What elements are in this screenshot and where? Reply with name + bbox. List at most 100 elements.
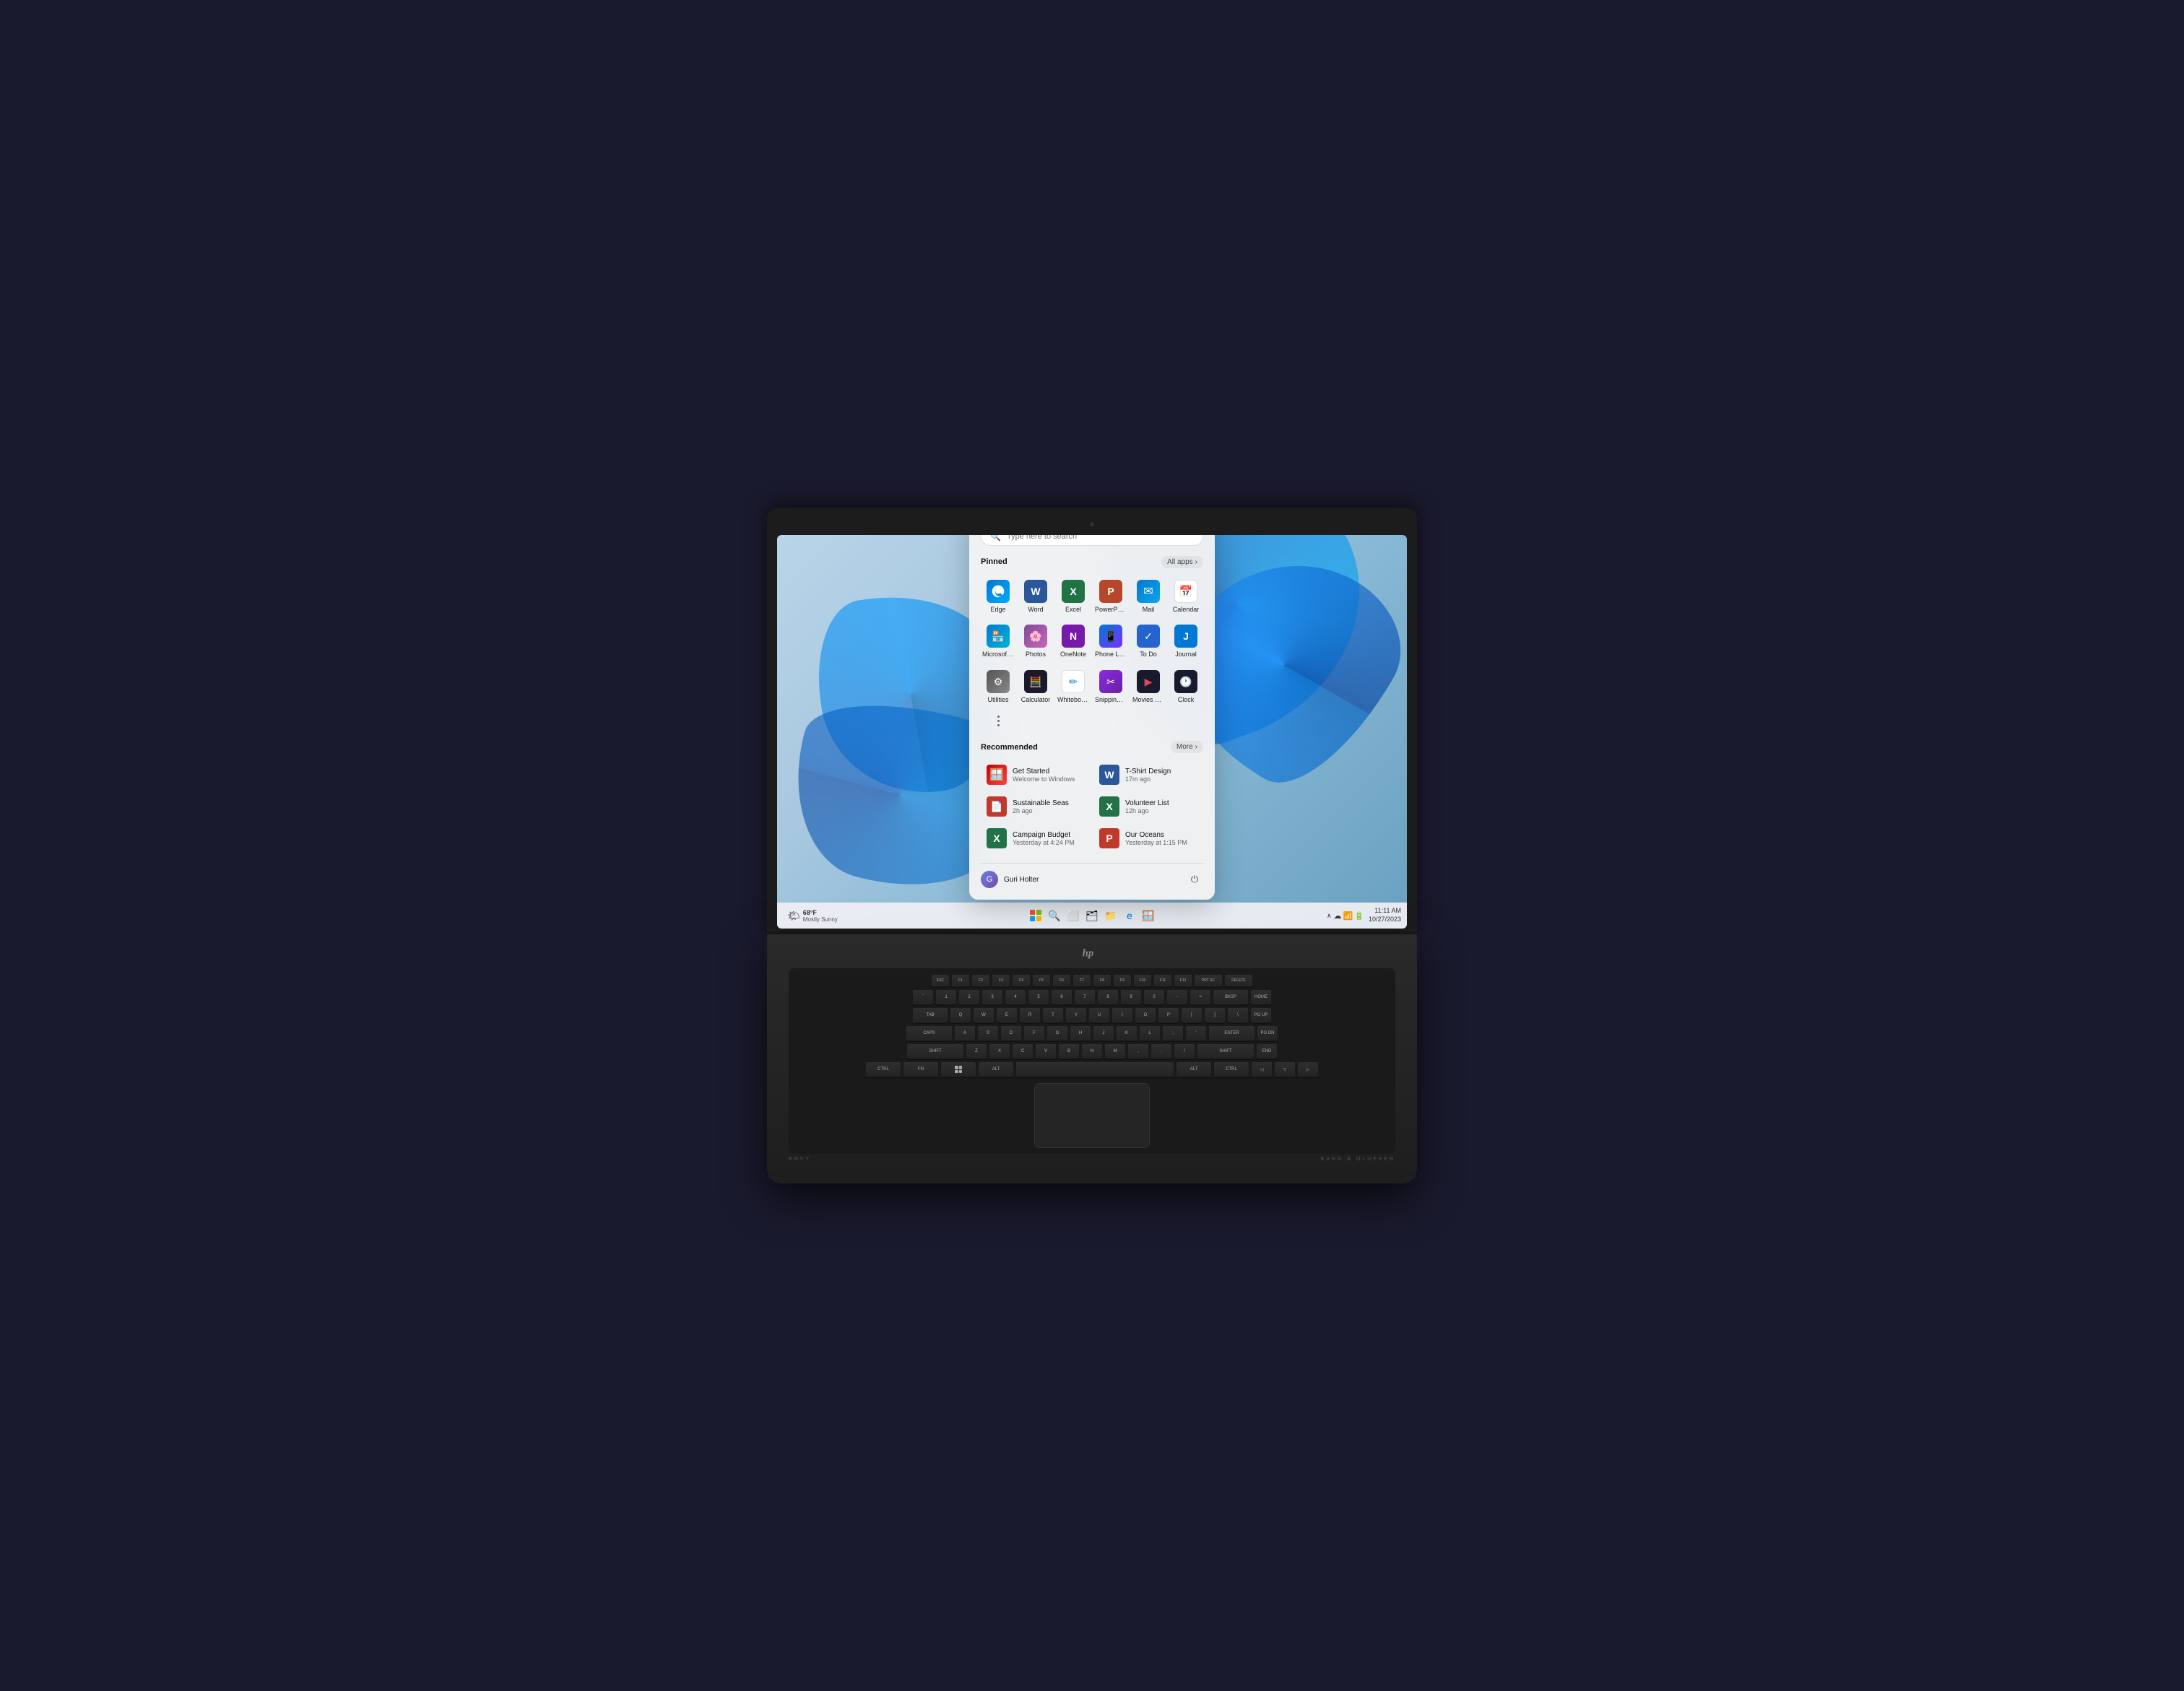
- key-1[interactable]: 1: [935, 989, 957, 1005]
- key-caps[interactable]: CAPS: [906, 1025, 953, 1041]
- search-bar[interactable]: 🔍: [981, 535, 1203, 546]
- key-j[interactable]: J: [1093, 1025, 1114, 1041]
- key-period[interactable]: .: [1150, 1043, 1172, 1059]
- key-f2[interactable]: F2: [971, 974, 990, 987]
- key-backspace[interactable]: BKSP: [1213, 989, 1249, 1005]
- key-f7[interactable]: F7: [1072, 974, 1091, 987]
- key-comma[interactable]: ,: [1127, 1043, 1149, 1059]
- key-7[interactable]: 7: [1074, 989, 1096, 1005]
- key-home[interactable]: HOME: [1250, 989, 1272, 1005]
- key-ctrl-right[interactable]: CTRL: [1213, 1061, 1249, 1077]
- widgets-button[interactable]: 🗂: [1084, 908, 1100, 923]
- key-l[interactable]: L: [1139, 1025, 1161, 1041]
- touchpad[interactable]: [1034, 1083, 1150, 1148]
- start-button[interactable]: [1028, 908, 1044, 923]
- datetime[interactable]: 11:11 AM 10/27/2023: [1369, 907, 1401, 923]
- app-whiteboard[interactable]: ✏ Whiteboard: [1056, 666, 1091, 708]
- system-tray[interactable]: ∧ ☁ 📶 🔋: [1327, 911, 1364, 921]
- key-windows[interactable]: [940, 1061, 976, 1077]
- app-journal[interactable]: J Journal: [1169, 620, 1203, 663]
- key-i[interactable]: I: [1112, 1007, 1133, 1023]
- key-z[interactable]: Z: [966, 1043, 987, 1059]
- rec-volunteer[interactable]: X Volunteer List 12h ago: [1093, 792, 1203, 821]
- key-4[interactable]: 4: [1005, 989, 1026, 1005]
- app-mail[interactable]: ✉ Mail: [1131, 575, 1166, 618]
- more-button[interactable]: More ›: [1171, 741, 1203, 753]
- key-pgup[interactable]: PG UP: [1250, 1007, 1272, 1023]
- key-semicolon[interactable]: ;: [1162, 1025, 1184, 1041]
- key-shift-left[interactable]: SHIFT: [906, 1043, 964, 1059]
- rec-sustainable[interactable]: 📄 Sustainable Seas 2h ago: [981, 792, 1091, 821]
- key-shift-right[interactable]: SHIFT: [1197, 1043, 1254, 1059]
- key-f12[interactable]: F12: [1174, 974, 1192, 987]
- key-w[interactable]: W: [973, 1007, 994, 1023]
- key-f[interactable]: F: [1023, 1025, 1045, 1041]
- key-alt-left[interactable]: ALT: [978, 1061, 1014, 1077]
- key-enter[interactable]: ENTER: [1208, 1025, 1255, 1041]
- app-word[interactable]: W Word: [1018, 575, 1053, 618]
- key-6[interactable]: 6: [1051, 989, 1072, 1005]
- key-c[interactable]: C: [1012, 1043, 1034, 1059]
- key-end[interactable]: END: [1256, 1043, 1278, 1059]
- key-8[interactable]: 8: [1097, 989, 1119, 1005]
- key-f8[interactable]: F8: [1093, 974, 1112, 987]
- key-f10[interactable]: F10: [1133, 974, 1152, 987]
- app-todo[interactable]: ✓ To Do: [1131, 620, 1166, 663]
- key-rbracket[interactable]: ]: [1204, 1007, 1226, 1023]
- key-b[interactable]: B: [1058, 1043, 1080, 1059]
- key-f1[interactable]: F1: [951, 974, 970, 987]
- app-excel[interactable]: X Excel: [1056, 575, 1091, 618]
- key-0[interactable]: 0: [1143, 989, 1165, 1005]
- key-slash[interactable]: /: [1174, 1043, 1195, 1059]
- app-powerpoint[interactable]: P PowerPoint: [1093, 575, 1128, 618]
- store-taskbar-button[interactable]: 🪟: [1140, 908, 1156, 923]
- key-f11[interactable]: F11: [1153, 974, 1172, 987]
- key-r[interactable]: R: [1019, 1007, 1041, 1023]
- key-9[interactable]: 9: [1120, 989, 1142, 1005]
- key-arrow-left[interactable]: ◁: [1251, 1061, 1273, 1077]
- key-o[interactable]: O: [1135, 1007, 1156, 1023]
- app-clock[interactable]: 🕐 Clock: [1169, 666, 1203, 708]
- key-esc[interactable]: ESC: [931, 974, 950, 987]
- key-y[interactable]: Y: [1065, 1007, 1087, 1023]
- rec-oceans[interactable]: P Our Oceans Yesterday at 1:15 PM: [1093, 824, 1203, 853]
- key-s[interactable]: S: [977, 1025, 999, 1041]
- key-pgdn[interactable]: PG DN: [1257, 1025, 1278, 1041]
- rec-campaign[interactable]: X Campaign Budget Yesterday at 4:24 PM: [981, 824, 1091, 853]
- weather-widget[interactable]: 🌤 68°F Mostly Sunny: [783, 908, 842, 924]
- key-u[interactable]: U: [1088, 1007, 1110, 1023]
- key-g[interactable]: G: [1046, 1025, 1068, 1041]
- edge-taskbar-button[interactable]: e: [1122, 908, 1138, 923]
- app-onenote[interactable]: N OneNote: [1056, 620, 1091, 663]
- key-arrow-right[interactable]: ▷: [1297, 1061, 1319, 1077]
- key-e[interactable]: E: [996, 1007, 1018, 1023]
- key-f6[interactable]: F6: [1052, 974, 1071, 987]
- search-taskbar-button[interactable]: 🔍: [1046, 908, 1062, 923]
- key-prtsc[interactable]: PRT SC: [1194, 974, 1223, 987]
- key-a[interactable]: A: [954, 1025, 976, 1041]
- key-delete[interactable]: DELETE: [1224, 974, 1253, 987]
- key-equals[interactable]: =: [1190, 989, 1211, 1005]
- app-edge[interactable]: Edge: [981, 575, 1015, 618]
- key-5[interactable]: 5: [1028, 989, 1049, 1005]
- key-minus[interactable]: -: [1166, 989, 1188, 1005]
- app-photos[interactable]: 🌸 Photos: [1018, 620, 1053, 663]
- rec-get-started[interactable]: 🪟 Get Started Welcome to Windows: [981, 760, 1091, 789]
- app-ms-store[interactable]: 🏪 Microsoft Store: [981, 620, 1015, 663]
- key-tab[interactable]: TAB: [912, 1007, 948, 1023]
- app-calculator[interactable]: 🧮 Calculator: [1018, 666, 1053, 708]
- file-explorer-button[interactable]: 📁: [1103, 908, 1119, 923]
- key-2[interactable]: 2: [958, 989, 980, 1005]
- key-p[interactable]: P: [1158, 1007, 1179, 1023]
- key-f9[interactable]: F9: [1113, 974, 1132, 987]
- key-3[interactable]: 3: [982, 989, 1003, 1005]
- key-lbracket[interactable]: [: [1181, 1007, 1202, 1023]
- key-arrow-down[interactable]: ▽: [1274, 1061, 1296, 1077]
- rec-tshirt[interactable]: W T-Shirt Design 17m ago: [1093, 760, 1203, 789]
- key-v[interactable]: V: [1035, 1043, 1057, 1059]
- key-backslash[interactable]: \: [1227, 1007, 1249, 1023]
- key-alt-right[interactable]: ALT: [1176, 1061, 1212, 1077]
- key-t[interactable]: T: [1042, 1007, 1064, 1023]
- key-quote[interactable]: ': [1185, 1025, 1207, 1041]
- key-k[interactable]: K: [1116, 1025, 1138, 1041]
